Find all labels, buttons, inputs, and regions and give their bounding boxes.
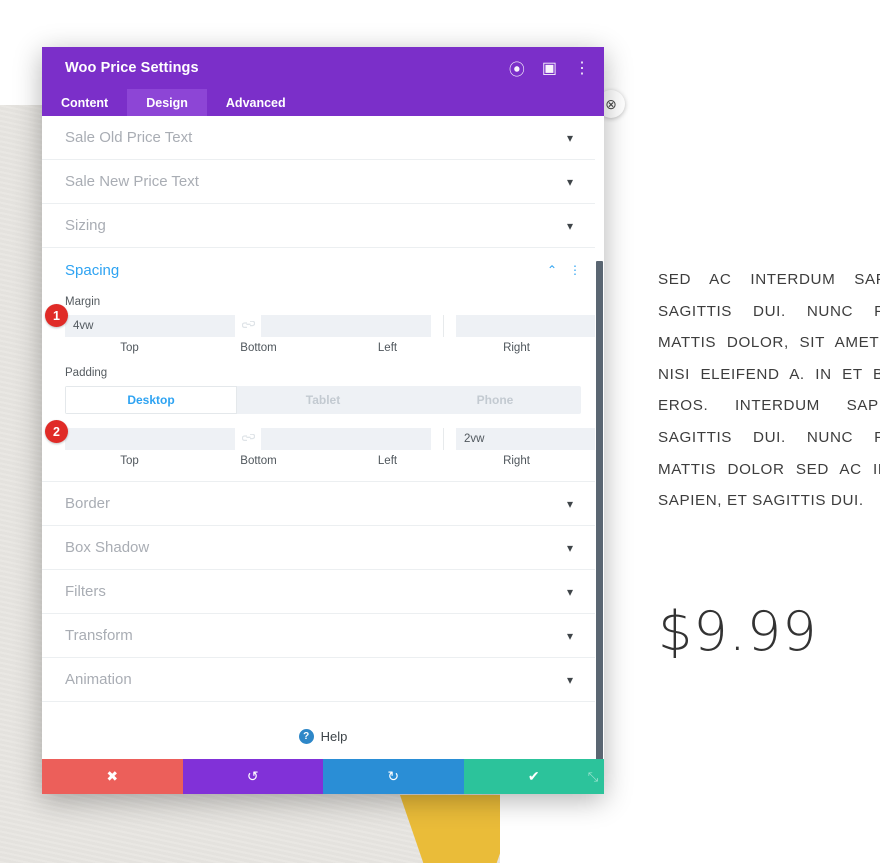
padding-fields-row	[65, 428, 604, 450]
margin-top-input[interactable]	[65, 315, 235, 337]
margin-bottom-input[interactable]	[261, 315, 431, 337]
resize-handle-icon: ⤡	[587, 768, 599, 784]
close-icon: ✖	[106, 768, 119, 784]
step-badge-1: 1	[45, 304, 68, 327]
help-link[interactable]: ? Help	[42, 702, 604, 759]
padding-bottom-input[interactable]	[261, 428, 431, 450]
tab-advanced[interactable]: Advanced	[207, 89, 305, 116]
redo-button[interactable]: ↻	[323, 759, 464, 794]
padding-right-label: Right	[503, 455, 530, 467]
modal-scrollbar-track[interactable]	[595, 116, 604, 759]
section-sizing[interactable]: Sizing ▾	[42, 204, 604, 248]
section-label: Sizing	[65, 217, 106, 234]
margin-field-labels: Top Bottom Left Right	[65, 342, 581, 354]
padding-bottom-label: Bottom	[240, 455, 277, 467]
spacing-more-options-icon[interactable]: ⋮	[569, 264, 581, 276]
section-sale-new-price-text[interactable]: Sale New Price Text ▾	[42, 160, 604, 204]
margin-horizontal-group	[443, 315, 604, 337]
margin-vertical-group	[65, 315, 443, 337]
responsive-tab-phone[interactable]: Phone	[409, 386, 581, 414]
section-spacing: Spacing ⌃ ⋮ Margin 4vw Top Bottom Left R…	[42, 248, 604, 482]
modal-header-icons: ⦿ ▣ ⋮	[509, 56, 590, 80]
layout-panel-icon[interactable]: ▣	[542, 58, 557, 78]
padding-top-label: Top	[120, 455, 139, 467]
padding-vertical-link-icon[interactable]	[235, 433, 261, 445]
section-sale-old-price-text[interactable]: Sale Old Price Text ▾	[42, 116, 604, 160]
more-options-icon[interactable]: ⋮	[574, 58, 590, 78]
chevron-down-icon: ▾	[566, 218, 573, 233]
modal-scrollbar-thumb[interactable]	[596, 261, 603, 759]
chevron-down-icon: ▾	[566, 496, 573, 511]
chevron-down-icon: ▾	[566, 584, 573, 599]
chevron-down-icon: ▾	[566, 130, 573, 145]
float-button-icon: ⊗	[605, 95, 617, 112]
padding-top-input[interactable]	[65, 428, 235, 450]
tab-design[interactable]: Design	[127, 89, 207, 116]
section-label: Border	[65, 495, 111, 512]
section-border[interactable]: Border ▾	[42, 482, 604, 526]
chevron-up-icon[interactable]: ⌃	[547, 264, 557, 276]
spacing-actions: ⌃ ⋮	[547, 264, 581, 276]
padding-horizontal-group	[443, 428, 604, 450]
margin-vertical-link-icon[interactable]	[235, 320, 261, 332]
margin-label: Margin	[65, 296, 101, 308]
section-filters[interactable]: Filters ▾	[42, 570, 604, 614]
section-label: Filters	[65, 583, 106, 600]
modal-title: Woo Price Settings	[65, 60, 199, 76]
modal-tab-bar: Content Design Advanced	[42, 89, 604, 116]
focus-icon[interactable]: ⦿	[509, 56, 525, 80]
modal-footer: ✖ ↺ ↻ ✔ ⤡	[42, 759, 604, 794]
undo-icon: ↺	[246, 768, 259, 784]
spacing-header[interactable]: Spacing ⌃ ⋮	[65, 248, 581, 292]
resize-handle[interactable]: ⤡	[582, 759, 604, 794]
margin-right-label: Right	[503, 342, 530, 354]
padding-left-label: Left	[377, 455, 398, 467]
section-transform[interactable]: Transform ▾	[42, 614, 604, 658]
spacing-title: Spacing	[65, 261, 120, 279]
step-badge-2: 2	[45, 420, 68, 443]
padding-label: Padding	[65, 367, 108, 379]
chevron-down-icon: ▾	[566, 174, 573, 189]
redo-icon: ↻	[387, 768, 400, 784]
margin-left-label: Left	[377, 342, 398, 354]
responsive-tab-desktop[interactable]: Desktop	[65, 386, 237, 414]
section-animation[interactable]: Animation ▾	[42, 658, 604, 702]
section-label: Box Shadow	[65, 539, 150, 556]
padding-left-input[interactable]	[456, 428, 604, 450]
photo-yellow-wedge	[400, 795, 500, 863]
padding-vertical-group	[65, 428, 443, 450]
margin-left-input[interactable]	[456, 315, 604, 337]
chevron-down-icon: ▾	[566, 628, 573, 643]
tab-content[interactable]: Content	[42, 89, 127, 116]
section-label: Transform	[65, 627, 133, 644]
padding-field-labels: Top Bottom Left Right	[65, 455, 581, 467]
check-icon: ✔	[527, 768, 540, 784]
margin-bottom-label: Bottom	[240, 342, 277, 354]
modal-body: Sale Old Price Text ▾ Sale New Price Tex…	[42, 116, 604, 759]
margin-top-label: Top	[120, 342, 139, 354]
padding-responsive-tabs: Desktop Tablet Phone	[65, 386, 581, 414]
section-box-shadow[interactable]: Box Shadow ▾	[42, 526, 604, 570]
product-description: SED AC INTERDUM SAPIEN, ET SAGITTIS DUI.…	[658, 271, 880, 510]
margin-fields-row	[65, 315, 604, 337]
cancel-button[interactable]: ✖	[42, 759, 183, 794]
help-label: Help	[320, 728, 348, 744]
modal-header: Woo Price Settings ⦿ ▣ ⋮	[42, 47, 604, 89]
undo-button[interactable]: ↺	[182, 759, 323, 794]
responsive-tab-tablet[interactable]: Tablet	[237, 386, 409, 414]
section-label: Sale Old Price Text	[65, 129, 193, 146]
woo-price-settings-modal: Woo Price Settings ⦿ ▣ ⋮ Content Design …	[42, 47, 604, 794]
product-page: SED AC INTERDUM SAPIEN, ET SAGITTIS DUI.…	[0, 0, 880, 863]
help-icon: ?	[298, 728, 314, 744]
chevron-down-icon: ▾	[566, 672, 573, 687]
section-label: Animation	[65, 671, 132, 688]
section-label: Sale New Price Text	[65, 173, 199, 190]
chevron-down-icon: ▾	[566, 540, 573, 555]
product-price: $9.99	[658, 600, 818, 663]
